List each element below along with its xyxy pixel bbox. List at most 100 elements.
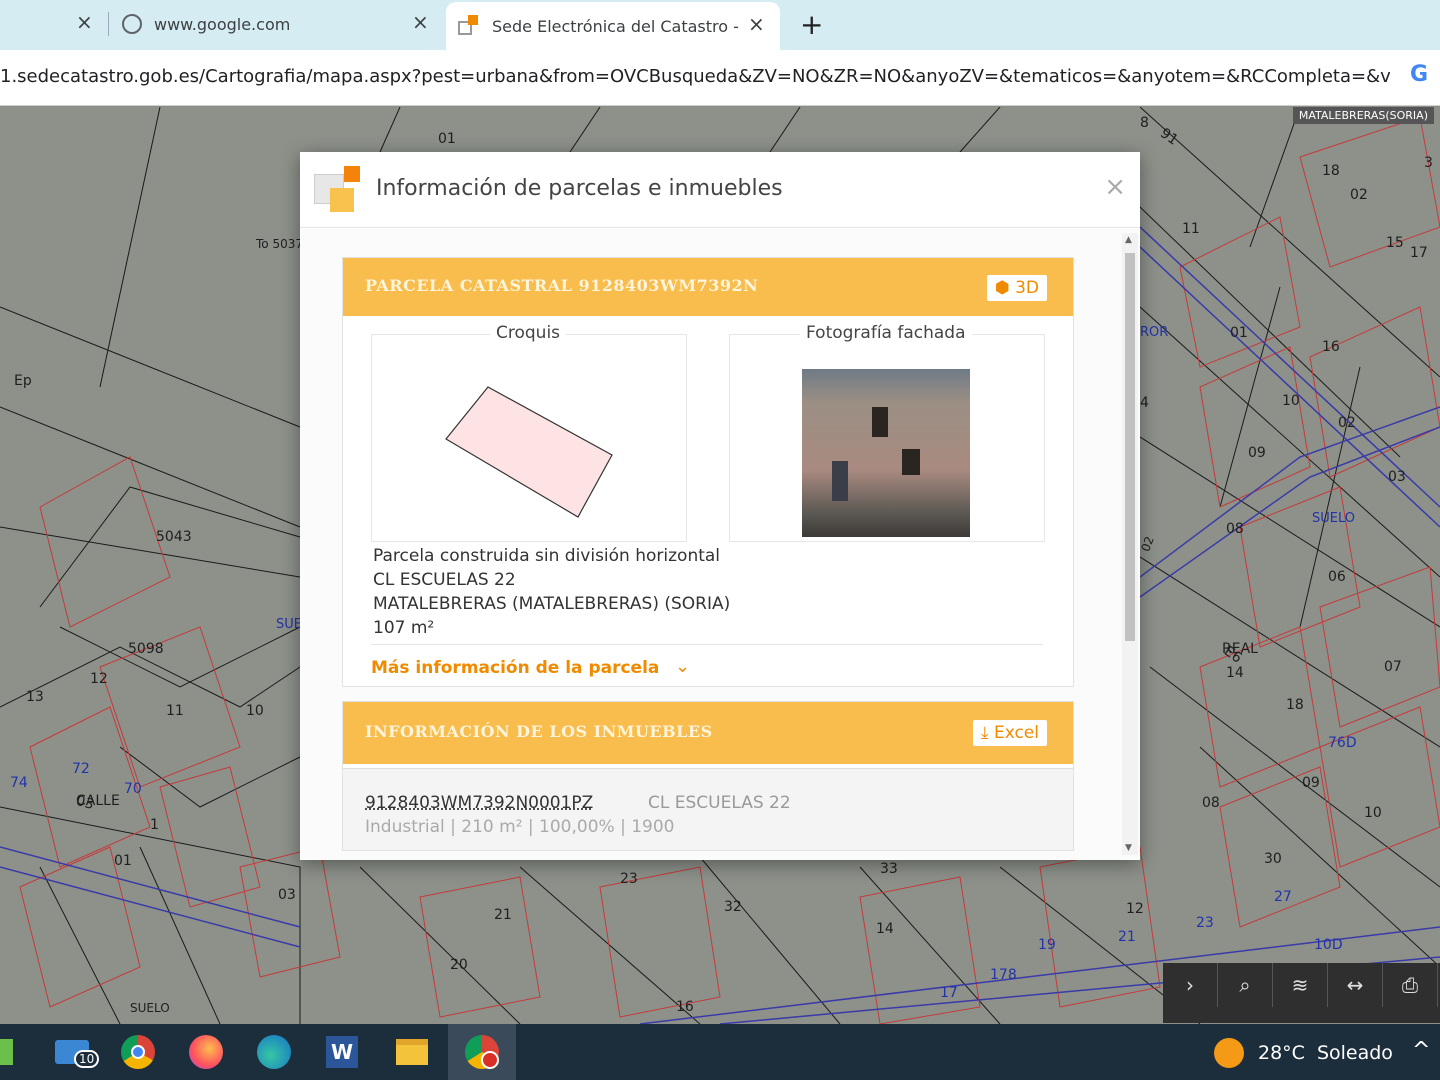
- parcela-title: PARCELA CATASTRAL 9128403WM7392N: [365, 276, 759, 295]
- word-icon[interactable]: W: [322, 1032, 362, 1072]
- url-input[interactable]: 1.sedecatastro.gob.es/Cartografia/mapa.a…: [0, 66, 1390, 87]
- map-label: 08: [1202, 795, 1220, 811]
- mail-badge: 10: [74, 1050, 100, 1068]
- map-label: 72: [72, 761, 90, 777]
- map-label: ROR: [1140, 325, 1169, 340]
- map-label: 02: [1338, 415, 1356, 431]
- tab-catastro[interactable]: Sede Electrónica del Catastro - F ×: [446, 2, 780, 50]
- map-label: To 5037: [256, 237, 303, 251]
- more-info-link[interactable]: Más información de la parcela: [371, 658, 659, 678]
- facade-photo[interactable]: [802, 369, 970, 537]
- map-label: 33: [880, 861, 898, 877]
- tab-google[interactable]: www.google.com ×: [122, 0, 442, 48]
- mail-icon[interactable]: 10: [52, 1032, 100, 1072]
- dialog-header: Información de parcelas e inmuebles ×: [300, 152, 1140, 228]
- tab-divider: [108, 12, 109, 36]
- search-icon[interactable]: ⌕: [1218, 963, 1273, 1007]
- sun-icon: [1214, 1038, 1244, 1068]
- google-icon[interactable]: G: [1410, 62, 1428, 87]
- dialog-title: Información de parcelas e inmuebles: [376, 176, 783, 201]
- parcel-info-dialog: Información de parcelas e inmuebles × PA…: [300, 152, 1140, 860]
- map-label: 09: [1302, 775, 1320, 791]
- photo-frame: Fotografía fachada: [729, 323, 1045, 542]
- chrome-profile-icon[interactable]: [462, 1032, 502, 1072]
- taskbar: 10 W 28°C Soleado ^: [0, 1024, 1440, 1080]
- map-label: 07: [1384, 659, 1402, 675]
- new-tab-button[interactable]: +: [800, 8, 823, 41]
- tab-close-icon[interactable]: ×: [412, 10, 429, 34]
- parcela-type: Parcela construida sin división horizont…: [373, 546, 721, 566]
- parcela-panel: PARCELA CATASTRAL 9128403WM7392N ⬢ 3D Cr…: [342, 257, 1074, 687]
- chevron-right-icon[interactable]: ›: [1163, 963, 1218, 1007]
- edge-icon[interactable]: [254, 1032, 294, 1072]
- map-label: 09: [1248, 445, 1266, 461]
- map-label: 18: [1286, 697, 1304, 713]
- scroll-up-icon[interactable]: ▲: [1125, 235, 1132, 245]
- map-label: 13: [26, 689, 44, 705]
- scroll-thumb[interactable]: [1125, 253, 1135, 641]
- weather-widget[interactable]: 28°C Soleado: [1214, 1038, 1393, 1068]
- dialog-scrollbar[interactable]: ▲ ▼: [1122, 233, 1138, 855]
- map-label: 74: [10, 775, 28, 791]
- map-label: 14: [876, 921, 894, 937]
- map-label: 70: [124, 781, 142, 797]
- map-label: 32: [724, 899, 742, 915]
- map-label: 5098: [128, 641, 164, 657]
- map-label: 10D: [1314, 937, 1343, 953]
- tab-close-icon[interactable]: ×: [76, 10, 93, 34]
- close-icon[interactable]: ×: [1104, 172, 1126, 202]
- chrome-icon[interactable]: [118, 1032, 158, 1072]
- firefox-icon[interactable]: [186, 1032, 226, 1072]
- tab-close-icon[interactable]: ×: [748, 12, 765, 36]
- app-icon[interactable]: [0, 1032, 26, 1072]
- map-label: 10: [1282, 393, 1300, 409]
- map-label: 11: [166, 703, 184, 719]
- catastro-logo-icon: [314, 166, 362, 214]
- print-icon[interactable]: ⎙: [1383, 963, 1438, 1007]
- map-label: 23: [620, 871, 638, 887]
- map-label: 5043: [156, 529, 192, 545]
- weather-temp: 28°C: [1258, 1042, 1305, 1064]
- map-label: Ep: [14, 373, 32, 389]
- map-label: 1: [150, 817, 159, 833]
- map-label: 30: [1264, 851, 1282, 867]
- file-explorer-icon[interactable]: [392, 1032, 432, 1072]
- tray-chevron-icon[interactable]: ^: [1412, 1038, 1430, 1063]
- map-label: 23: [1196, 915, 1214, 931]
- photo-label: Fotografía fachada: [800, 323, 972, 343]
- map-label: 8: [1140, 115, 1149, 131]
- tab-title: Sede Electrónica del Catastro - F: [492, 16, 742, 36]
- measure-icon[interactable]: ↔: [1328, 963, 1383, 1007]
- catastro-favicon-icon: [458, 15, 480, 37]
- map-label: 18: [1322, 163, 1340, 179]
- map-label: 27: [1274, 889, 1292, 905]
- map-label: 12: [1126, 901, 1144, 917]
- map-label: 19: [1038, 937, 1056, 953]
- inmueble-row[interactable]: 9128403WM7392N0001PZ CL ESCUELAS 22 Indu…: [343, 768, 1073, 850]
- map-toolbar: › ⌕ ≋ ↔ ⎙: [1163, 963, 1440, 1023]
- croquis-frame: Croquis: [371, 323, 687, 542]
- map-label: 14: [1226, 665, 1244, 681]
- map-label: 21: [1118, 929, 1136, 945]
- download-icon: ⤓: [981, 723, 989, 743]
- map-label: 01: [114, 853, 132, 869]
- view-3d-button[interactable]: ⬢ 3D: [986, 275, 1047, 301]
- map-label: 01: [438, 131, 456, 147]
- excel-export-button[interactable]: ⤓ Excel: [973, 720, 1047, 746]
- parcela-header: PARCELA CATASTRAL 9128403WM7392N ⬢ 3D: [343, 258, 1073, 316]
- map-label: 06: [1328, 569, 1346, 585]
- parcel-sketch: [445, 386, 613, 518]
- chevron-down-icon[interactable]: ⌄: [675, 656, 690, 677]
- parcela-area: 107 m²: [373, 618, 435, 638]
- address-bar: 1.sedecatastro.gob.es/Cartografia/mapa.a…: [0, 50, 1440, 106]
- map-region-label: MATALEBRERAS(SORIA): [1292, 107, 1434, 124]
- inmueble-ref-link[interactable]: 9128403WM7392N0001PZ: [365, 793, 593, 813]
- inmuebles-title: INFORMACIÓN DE LOS INMUEBLES: [365, 722, 713, 741]
- inmueble-meta: Industrial | 210 m² | 100,00% | 1900: [365, 817, 675, 837]
- inmuebles-header: INFORMACIÓN DE LOS INMUEBLES ⤓ Excel: [343, 702, 1073, 764]
- divider: [371, 644, 1043, 645]
- layers-icon[interactable]: ≋: [1273, 963, 1328, 1007]
- map-label: 17: [940, 985, 958, 1001]
- map-label: 10: [1364, 805, 1382, 821]
- scroll-down-icon[interactable]: ▼: [1125, 843, 1132, 853]
